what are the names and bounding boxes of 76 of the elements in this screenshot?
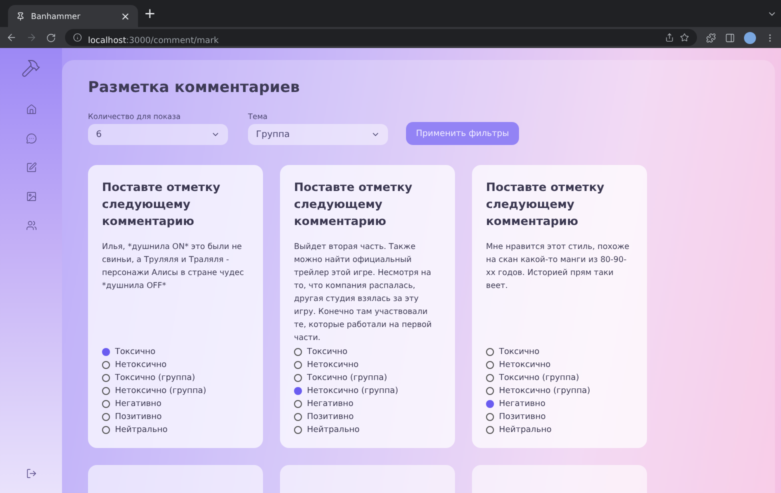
back-icon[interactable] <box>6 32 17 43</box>
image-icon[interactable] <box>26 191 36 202</box>
radio-option[interactable]: Токсично (группа) <box>102 371 249 384</box>
radio-option[interactable]: Негативно <box>486 397 633 410</box>
radio-icon[interactable] <box>486 400 494 408</box>
tab-title: Banhammer <box>31 12 82 20</box>
hammer-icon[interactable] <box>21 58 41 78</box>
radio-icon[interactable] <box>102 400 110 408</box>
radio-option[interactable]: Нейтрально <box>102 423 249 436</box>
address-bar[interactable]: localhost:3000/comment/mark <box>65 29 697 46</box>
radio-icon[interactable] <box>294 348 302 356</box>
comment-text: Мне нравится этот стиль, похоже на скан какой-то манги из 80-90-хх годов. Историей прям таки веет. <box>486 241 630 292</box>
radio-option[interactable]: Нетоксично <box>102 358 249 371</box>
url-host: localhost <box>88 36 126 46</box>
share-icon[interactable] <box>665 33 674 42</box>
chevron-icon <box>371 130 380 139</box>
radio-option[interactable]: Нетоксично (группа) <box>486 384 633 397</box>
filter-select[interactable]: Группа <box>248 124 388 145</box>
edit-icon[interactable] <box>26 162 36 173</box>
radio-icon[interactable] <box>486 348 494 356</box>
radio-option[interactable]: Негативно <box>294 397 441 410</box>
radio-icon[interactable] <box>102 426 110 434</box>
puzzle-icon[interactable] <box>706 32 716 42</box>
radio-icon[interactable] <box>486 386 494 394</box>
radio-option[interactable]: Нейтрально <box>486 423 633 436</box>
radio-option[interactable]: Нетоксично <box>486 358 633 371</box>
comment-text: Илья, *душнила ON* это были не свиньи, а Труляля и Траляля - персонажи Алисы в стране чудес *душнила OFF* <box>102 241 245 292</box>
page-title: Разметка комментариев <box>88 78 301 96</box>
reload-icon[interactable] <box>46 32 56 42</box>
radio-icon[interactable] <box>294 386 302 394</box>
radio-option[interactable]: Негативно <box>102 397 249 410</box>
users-icon[interactable] <box>26 220 36 231</box>
radio-option[interactable]: Нейтрально <box>294 423 441 436</box>
radio-icon[interactable] <box>294 360 302 368</box>
pin-icon <box>16 12 25 20</box>
browser-tab[interactable]: Banhammer × <box>8 5 138 27</box>
home-icon[interactable] <box>26 104 36 115</box>
radio-option[interactable]: Токсично <box>102 345 249 358</box>
radio-icon[interactable] <box>294 412 302 420</box>
radio-option[interactable]: Токсично <box>486 345 633 358</box>
radio-option[interactable]: Токсично <box>294 345 441 358</box>
radio-icon[interactable] <box>102 374 110 382</box>
radio-icon[interactable] <box>102 412 110 420</box>
url-path: :3000/comment/mark <box>126 36 219 46</box>
chat-icon[interactable] <box>26 133 36 144</box>
radio-icon[interactable] <box>102 348 110 356</box>
radio-icon[interactable] <box>294 426 302 434</box>
radio-option[interactable]: Токсично (группа) <box>486 371 633 384</box>
radio-icon[interactable] <box>486 412 494 420</box>
radio-option[interactable]: Нетоксично (группа) <box>294 384 441 397</box>
logout-icon[interactable] <box>26 468 36 479</box>
filter-select[interactable]: 6 <box>88 124 228 145</box>
radio-icon[interactable] <box>294 374 302 382</box>
chevron-icon <box>211 130 220 139</box>
star-icon[interactable] <box>680 33 689 42</box>
radio-icon[interactable] <box>486 360 494 368</box>
radio-icon[interactable] <box>486 374 494 382</box>
radio-option[interactable]: Позитивно <box>486 410 633 423</box>
radio-option[interactable]: Позитивно <box>294 410 441 423</box>
new-tab-button[interactable]: + <box>144 6 156 22</box>
avatar[interactable] <box>744 32 756 44</box>
radio-option[interactable]: Нетоксично (группа) <box>102 384 249 397</box>
radio-option[interactable]: Токсично (группа) <box>294 371 441 384</box>
radio-icon[interactable] <box>486 426 494 434</box>
info-icon <box>73 33 82 42</box>
radio-option[interactable]: Нетоксично <box>294 358 441 371</box>
radio-icon[interactable] <box>102 386 110 394</box>
side-panel-icon[interactable] <box>725 32 735 42</box>
card-title: Поставте отметку следующему комментарию <box>294 179 414 230</box>
radio-option[interactable]: Позитивно <box>102 410 249 423</box>
radio-icon[interactable] <box>294 400 302 408</box>
tab-close-button[interactable]: × <box>120 10 130 22</box>
card-title: Поставте отметку следующему комментарию <box>102 179 222 230</box>
comment-text: Выйдет вторая часть. Также можно найти официальный трейлер этой игре. Несмотря на то, что компания распалась, другая студия взялась за эту игру. Конечно там участвовали те, которые работали на первой части. <box>294 241 433 344</box>
radio-icon[interactable] <box>102 360 110 368</box>
card-title: Поставте отметку следующему комментарию <box>486 179 606 230</box>
